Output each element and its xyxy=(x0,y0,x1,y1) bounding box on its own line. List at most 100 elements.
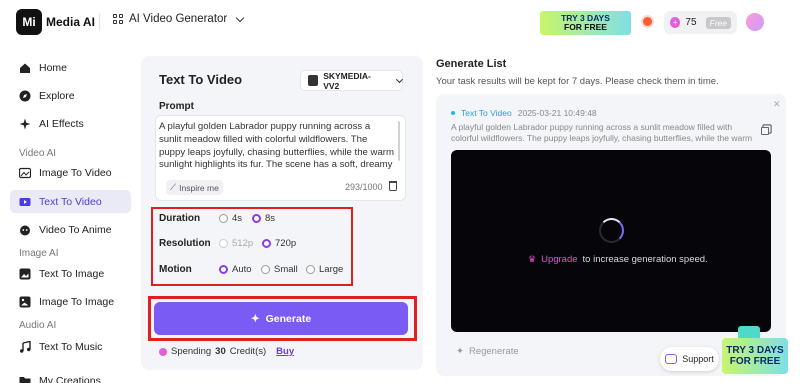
option-label: Auto xyxy=(232,264,252,275)
plan-badge: Free xyxy=(705,16,731,29)
image-image-icon xyxy=(19,296,31,307)
support-button[interactable]: Support xyxy=(660,347,719,371)
inspire-label: Inspire me xyxy=(179,182,219,193)
task-prompt: A playful golden Labrador puppy running … xyxy=(451,122,753,143)
home-icon xyxy=(20,63,30,73)
panel-title: Text To Video xyxy=(159,72,243,87)
resolution-option-720p[interactable]: 720p xyxy=(262,238,296,249)
logo-text: Mi xyxy=(22,15,36,29)
prompt-text[interactable]: A playful golden Labrador puppy running … xyxy=(159,121,394,173)
motion-label: Motion xyxy=(159,264,192,275)
trial-promo-banner[interactable]: TRY 3 DAYS FOR FREE xyxy=(540,11,631,35)
sidebar-item-text-to-music[interactable]: Text To Music xyxy=(10,335,131,358)
task-name: Text To Video xyxy=(461,108,512,118)
duration-option-8s[interactable]: 8s xyxy=(252,213,275,224)
spending-suffix: Credit(s) xyxy=(229,346,267,357)
resolution-option-512p[interactable]: 512p xyxy=(219,238,253,249)
generate-label: Generate xyxy=(265,312,312,325)
sidebar-item-image-to-image[interactable]: Image To Image xyxy=(10,290,131,313)
sidebar-item-label: Text To Video xyxy=(39,195,102,208)
crown-icon: ♛ xyxy=(528,254,537,264)
regenerate-button[interactable]: ✦ Regenerate xyxy=(456,346,519,357)
top-header: Mi Media AI AI Video Generator TRY 3 DAY… xyxy=(0,0,800,44)
sidebar-item-text-to-video[interactable]: Text To Video xyxy=(10,190,131,213)
sidebar-item-my-creations[interactable]: My Creations xyxy=(10,369,131,383)
duration-option-4s[interactable]: 4s xyxy=(219,213,242,224)
model-select[interactable]: SKYMEDIA-VV2 xyxy=(300,70,404,91)
radio-selected-icon xyxy=(252,214,261,223)
sidebar-item-label: Image To Video xyxy=(39,166,112,179)
upgrade-link[interactable]: Upgrade xyxy=(541,254,577,265)
sidebar-item-label: AI Effects xyxy=(39,117,84,130)
close-icon[interactable]: ✕ xyxy=(773,99,781,110)
radio-icon xyxy=(219,214,228,223)
section-video-ai: Video AI xyxy=(19,148,57,159)
radio-icon xyxy=(261,265,270,274)
sparkle-icon xyxy=(19,118,31,129)
promo-line2: FOR FREE xyxy=(564,22,607,32)
task-header: Text To Video 2025-03-21 10:49:48 xyxy=(451,108,597,118)
model-select-value: SKYMEDIA-VV2 xyxy=(323,70,371,91)
option-label: 512p xyxy=(232,238,254,249)
upgrade-message: ♛ Upgrade to increase generation speed. xyxy=(528,254,708,265)
section-audio-ai: Audio AI xyxy=(19,320,57,331)
sidebar-item-ai-effects[interactable]: AI Effects xyxy=(10,112,131,135)
sidebar-item-label: Explore xyxy=(39,89,75,102)
upgrade-suffix: to increase generation speed. xyxy=(582,254,708,265)
app-name: Media AI xyxy=(46,15,95,29)
chat-icon xyxy=(665,354,678,364)
user-avatar[interactable] xyxy=(746,13,764,31)
wand-icon: ⟋ xyxy=(170,182,177,192)
sidebar-item-home[interactable]: Home xyxy=(10,56,131,79)
floating-trial-promo[interactable]: TRY 3 DAYS FOR FREE xyxy=(722,338,788,374)
app-logo[interactable]: Mi xyxy=(16,9,42,35)
sidebar-item-label: Video To Anime xyxy=(39,223,112,236)
sidebar-item-label: Image To Image xyxy=(39,295,115,308)
sidebar-item-label: Text To Music xyxy=(39,340,103,353)
image-video-icon xyxy=(19,167,31,178)
radio-icon xyxy=(306,265,315,274)
generate-list-title: Generate List xyxy=(436,58,507,70)
tool-switcher[interactable]: AI Video Generator xyxy=(113,13,245,25)
sidebar-item-explore[interactable]: Explore xyxy=(10,84,131,107)
spending-info: Spending 30 Credit(s) Buy xyxy=(159,346,294,357)
buy-link[interactable]: Buy xyxy=(276,346,294,357)
section-image-ai: Image AI xyxy=(19,248,59,259)
generate-button[interactable]: ✦ Generate xyxy=(154,302,408,335)
option-label: Small xyxy=(274,264,298,275)
copy-icon[interactable] xyxy=(761,127,769,135)
notification-dot-icon[interactable] xyxy=(643,17,652,26)
spending-prefix: Spending xyxy=(171,346,212,357)
folder-icon xyxy=(19,376,31,383)
credits-count: 75 xyxy=(685,17,697,28)
credits-pill[interactable]: + 75 Free xyxy=(664,11,737,34)
sidebar-item-image-to-video[interactable]: Image To Video xyxy=(10,161,131,184)
generate-list-subtitle: Your task results will be kept for 7 day… xyxy=(436,76,719,87)
sidebar-item-label: Home xyxy=(39,61,68,74)
credit-coin-icon: + xyxy=(670,17,681,28)
option-label: 720p xyxy=(275,238,297,249)
motion-option-auto[interactable]: Auto xyxy=(219,264,252,275)
option-label: Large xyxy=(319,264,344,275)
prompt-scrollbar[interactable] xyxy=(398,121,400,161)
inspire-me-button[interactable]: ⟋ Inspire me xyxy=(166,180,223,195)
motion-option-small[interactable]: Small xyxy=(261,264,298,275)
option-label: 4s xyxy=(232,213,243,224)
trash-icon[interactable] xyxy=(389,181,397,191)
motion-option-large[interactable]: Large xyxy=(306,264,343,275)
sidebar-item-video-to-anime[interactable]: Video To Anime xyxy=(10,218,131,241)
spending-amount: 30 xyxy=(215,346,226,357)
option-label: 8s xyxy=(265,213,276,224)
duration-label: Duration xyxy=(159,213,201,224)
sidebar-item-text-to-image[interactable]: Text To Image xyxy=(10,262,131,285)
model-logo-icon xyxy=(308,75,319,86)
sidebar: Home Explore AI Effects Video AI Image T… xyxy=(0,44,138,383)
task-timestamp: 2025-03-21 10:49:48 xyxy=(517,108,597,118)
regenerate-label: Regenerate xyxy=(468,346,519,357)
support-label: Support xyxy=(682,354,714,364)
anime-icon xyxy=(20,225,30,235)
radio-selected-icon xyxy=(262,239,271,248)
header-divider xyxy=(99,14,100,30)
text-image-icon xyxy=(19,268,31,279)
character-count: 293/1000 xyxy=(345,182,383,192)
